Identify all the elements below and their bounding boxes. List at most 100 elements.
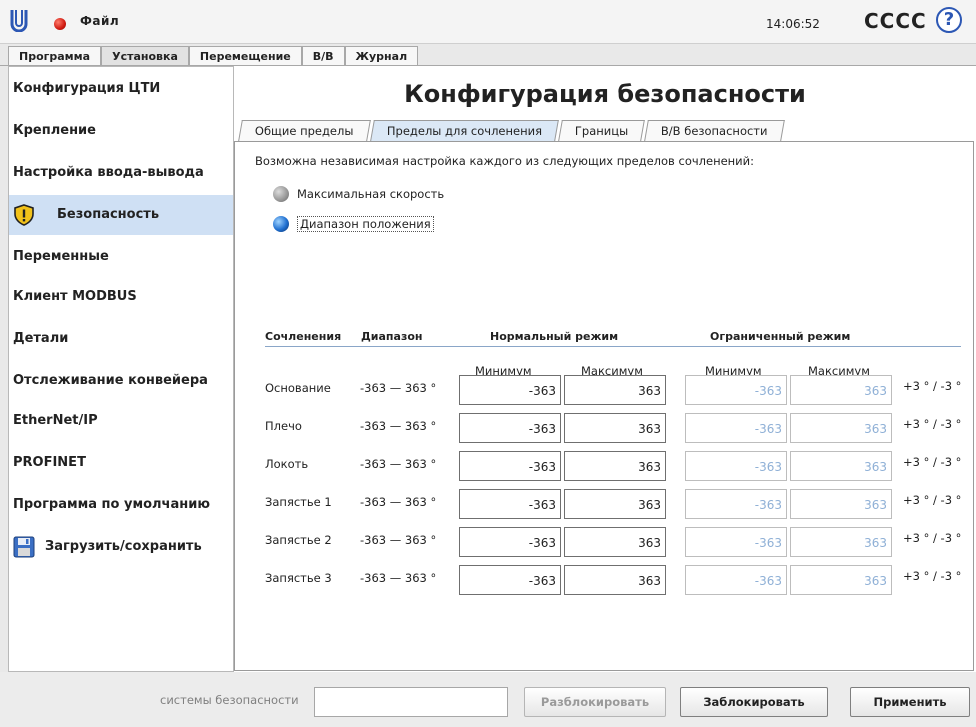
limited-min-input[interactable]: -363 <box>685 489 787 519</box>
joint-range: -363 — 363 ° <box>360 419 437 433</box>
limited-min-input[interactable]: -363 <box>685 527 787 557</box>
sidebar-item-label: Крепление <box>13 123 96 138</box>
joint-name: Плечо <box>265 419 302 433</box>
radio-selected-icon[interactable] <box>273 216 289 232</box>
sidebar-item-variables[interactable]: Переменные <box>9 237 233 277</box>
joint-name: Локоть <box>265 457 309 471</box>
limited-min-input[interactable]: -363 <box>685 451 787 481</box>
option-label: Диапазон положения <box>297 216 434 232</box>
content-area: Конфигурация безопасности Общие пределы … <box>234 66 976 672</box>
joint-limits-panel: Возможна независимая настройка каждого и… <box>234 141 974 671</box>
option-label: Максимальная скорость <box>297 187 445 201</box>
sidebar-item-tcp-config[interactable]: Конфигурация ЦТИ <box>9 69 233 109</box>
clock: 14:06:52 <box>766 17 820 31</box>
sidebar-item-conveyor-tracking[interactable]: Отслеживание конвейера <box>9 361 233 401</box>
tab-boundaries[interactable]: Границы <box>557 120 645 141</box>
normal-max-input[interactable]: 363 <box>564 565 666 595</box>
joint-name: Запястье 1 <box>265 495 332 509</box>
header-normal-mode: Нормальный режим <box>490 330 619 343</box>
sidebar-item-label: Настройка ввода-вывода <box>13 165 204 180</box>
sidebar-item-label: PROFINET <box>13 455 86 470</box>
normal-min-input[interactable]: -363 <box>459 413 561 443</box>
normal-min-input[interactable]: -363 <box>459 489 561 519</box>
safety-password-label: системы безопасности <box>160 693 299 707</box>
limited-min-input[interactable]: -363 <box>685 413 787 443</box>
normal-min-input[interactable]: -363 <box>459 451 561 481</box>
joint-range: -363 — 363 ° <box>360 571 437 585</box>
joint-name: Запястье 3 <box>265 571 332 585</box>
normal-max-input[interactable]: 363 <box>564 489 666 519</box>
tolerance: +3 ° / -3 ° <box>903 531 962 545</box>
sidebar-item-mounting[interactable]: Крепление <box>9 111 233 151</box>
limited-max-input[interactable]: 363 <box>790 527 892 557</box>
normal-min-input[interactable]: -363 <box>459 565 561 595</box>
tolerance: +3 ° / -3 ° <box>903 569 962 583</box>
apply-button[interactable]: Применить <box>850 687 970 717</box>
option-max-speed[interactable]: Максимальная скорость <box>273 184 444 204</box>
limited-max-input[interactable]: 363 <box>790 375 892 405</box>
radio-unselected-icon[interactable] <box>273 186 289 202</box>
tab-joint-limits[interactable]: Пределы для сочленения <box>369 120 559 141</box>
joint-name: Основание <box>265 381 331 395</box>
tab-general-limits[interactable]: Общие пределы <box>238 120 371 141</box>
lock-button[interactable]: Заблокировать <box>680 687 828 717</box>
sidebar-item-modbus-client[interactable]: Клиент MODBUS <box>9 277 233 317</box>
sidebar-item-label: Конфигурация ЦТИ <box>13 81 161 96</box>
sidebar-item-label: Загрузить/сохранить <box>45 539 202 554</box>
normal-max-input[interactable]: 363 <box>564 527 666 557</box>
safety-subtabs: Общие пределы Пределы для сочленения Гра… <box>238 120 785 141</box>
joint-range: -363 — 363 ° <box>360 495 437 509</box>
option-position-range[interactable]: Диапазон положения <box>273 214 434 234</box>
file-menu[interactable]: Файл <box>80 14 119 28</box>
tab-safety-io[interactable]: В/В безопасности <box>644 120 785 141</box>
sidebar-item-io-setup[interactable]: Настройка ввода-вывода <box>9 153 233 193</box>
limited-min-input[interactable]: -363 <box>685 565 787 595</box>
joint-range: -363 — 363 ° <box>360 457 437 471</box>
sidebar-item-profinet[interactable]: PROFINET <box>9 443 233 483</box>
normal-max-input[interactable]: 363 <box>564 413 666 443</box>
joint-name: Запястье 2 <box>265 533 332 547</box>
safety-password-input[interactable] <box>314 687 508 717</box>
limited-max-input[interactable]: 363 <box>790 565 892 595</box>
tab-log[interactable]: Журнал <box>344 46 419 66</box>
joint-range: -363 — 363 ° <box>360 533 437 547</box>
normal-min-input[interactable]: -363 <box>459 375 561 405</box>
sidebar-item-load-save[interactable]: Загрузить/сохранить <box>9 527 233 567</box>
limited-max-input[interactable]: 363 <box>790 413 892 443</box>
sidebar-item-safety[interactable]: Безопасность <box>9 195 233 235</box>
sidebar-item-label: Детали <box>13 331 69 346</box>
tolerance: +3 ° / -3 ° <box>903 493 962 507</box>
sidebar-item-label: Клиент MODBUS <box>13 289 137 304</box>
header-range: Диапазон <box>361 330 423 343</box>
sidebar-item-label: Программа по умолчанию <box>13 497 210 512</box>
page-title: Конфигурация безопасности <box>404 80 806 108</box>
tab-move[interactable]: Перемещение <box>188 46 302 66</box>
unlock-button[interactable]: Разблокировать <box>524 687 666 717</box>
header-joints: Сочленения <box>265 330 342 343</box>
joint-range: -363 — 363 ° <box>360 381 437 395</box>
limited-max-input[interactable]: 363 <box>790 489 892 519</box>
tab-installation[interactable]: Установка <box>101 46 189 66</box>
main-tabs: Программа Установка Перемещение В/В Журн… <box>8 46 419 66</box>
sidebar-item-default-program[interactable]: Программа по умолчанию <box>9 485 233 525</box>
floppy-disk-icon <box>13 536 35 558</box>
tolerance: +3 ° / -3 ° <box>903 379 962 393</box>
warning-shield-icon <box>14 204 34 226</box>
tab-program[interactable]: Программа <box>8 46 102 66</box>
sidebar-item-ethernet-ip[interactable]: EtherNet/IP <box>9 401 233 441</box>
emergency-stop-indicator-icon <box>54 18 66 30</box>
tab-io[interactable]: В/В <box>301 46 345 66</box>
normal-max-input[interactable]: 363 <box>564 375 666 405</box>
tolerance: +3 ° / -3 ° <box>903 417 962 431</box>
tolerance: +3 ° / -3 ° <box>903 455 962 469</box>
normal-min-input[interactable]: -363 <box>459 527 561 557</box>
help-icon[interactable]: ? <box>936 7 962 33</box>
footer-bar: системы безопасности Разблокировать Забл… <box>0 672 976 727</box>
sidebar-item-features[interactable]: Детали <box>9 319 233 359</box>
limited-max-input[interactable]: 363 <box>790 451 892 481</box>
limited-min-input[interactable]: -363 <box>685 375 787 405</box>
sidebar-item-label: Переменные <box>13 249 109 264</box>
ur-logo-icon <box>10 10 28 32</box>
normal-max-input[interactable]: 363 <box>564 451 666 481</box>
sidebar: Конфигурация ЦТИ Крепление Настройка вво… <box>8 66 234 672</box>
